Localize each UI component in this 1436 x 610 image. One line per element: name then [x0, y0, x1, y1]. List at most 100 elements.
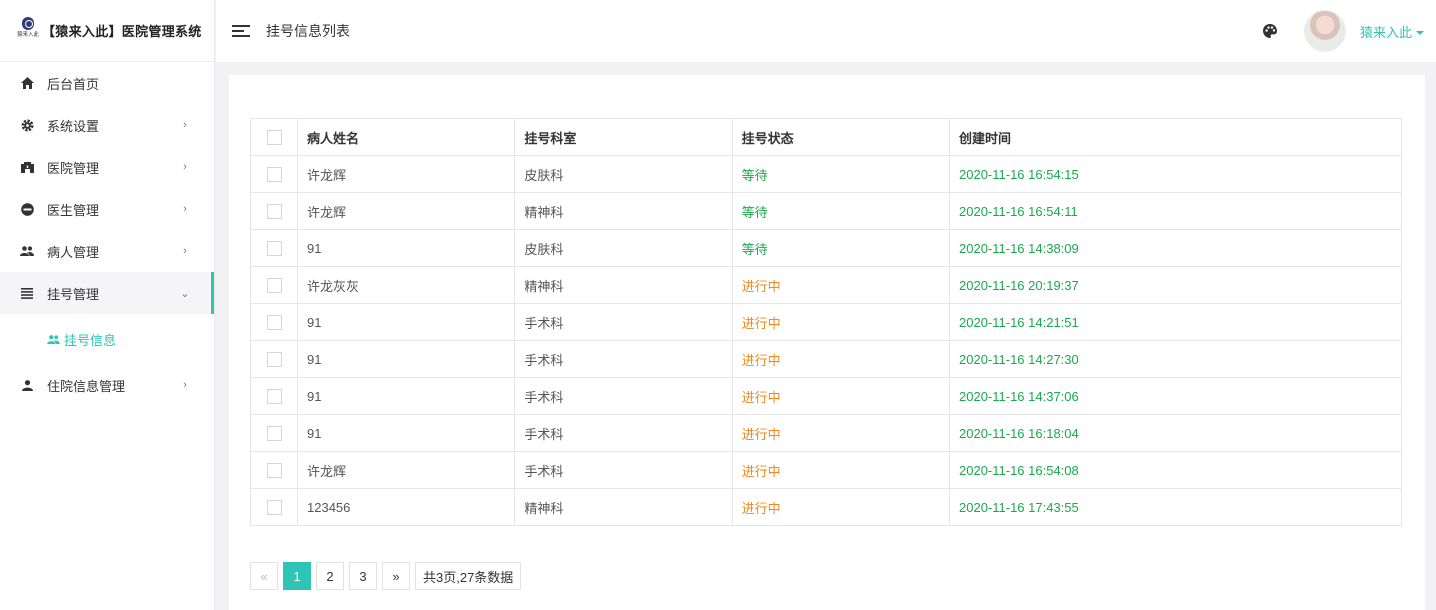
cell-department: 精神科 [514, 192, 733, 230]
row-checkbox[interactable] [266, 426, 282, 442]
row-checkbox[interactable] [266, 352, 282, 368]
sidebar-item-registration[interactable]: 挂号管理 ⌄ [0, 272, 214, 314]
sidebar-item-system-settings[interactable]: 系统设置 › [0, 104, 214, 146]
user-name: 猿来入此 [1359, 24, 1412, 40]
sidebar-menu: 后台首页 系统设置 › 医院管理 › 医生管理 › 病人管理 › 挂号管理 ⌄ … [0, 62, 214, 406]
table-row[interactable]: 91 皮肤科 等待 2020-11-16 14:38:09 [250, 229, 1402, 267]
cell-status: 进行中 [731, 414, 951, 452]
sidebar-item-doctor[interactable]: 医生管理 › [0, 188, 214, 230]
row-checkbox[interactable] [266, 315, 282, 331]
sidebar-item-label: 挂号管理 [47, 286, 100, 302]
cell-status: 进行中 [731, 340, 951, 378]
row-select-cell [250, 155, 298, 193]
column-header-name[interactable]: 病人姓名 [296, 118, 516, 156]
row-checkbox[interactable] [266, 278, 282, 294]
menu-toggle-icon[interactable] [232, 22, 250, 40]
row-select-cell [250, 340, 298, 378]
gear-icon [20, 118, 34, 132]
cell-created-time: 2020-11-16 14:38:09 [949, 229, 1402, 267]
palette-icon[interactable] [1262, 23, 1278, 39]
row-select-cell [250, 377, 298, 415]
cell-created-time: 2020-11-16 14:37:06 [949, 377, 1402, 415]
column-header-dept[interactable]: 挂号科室 [514, 118, 733, 156]
brand[interactable]: 猿来入此 【猿来入此】医院管理系统 [0, 0, 214, 62]
cell-patient-name: 123456 [296, 488, 516, 526]
user-menu[interactable]: 猿来入此 [1360, 22, 1424, 41]
avatar[interactable] [1303, 10, 1346, 52]
cell-created-time: 2020-11-16 14:21:51 [949, 303, 1402, 341]
row-checkbox[interactable] [266, 389, 282, 405]
cell-created-time: 2020-11-16 16:54:11 [949, 192, 1402, 230]
row-select-cell [250, 488, 298, 526]
pagination-info: 共3页,27条数据 [415, 562, 522, 590]
row-checkbox[interactable] [266, 167, 282, 183]
table-row[interactable]: 123456 精神科 进行中 2020-11-16 17:43:55 [250, 488, 1402, 526]
cell-status: 进行中 [731, 451, 951, 489]
cell-patient-name: 91 [296, 377, 516, 415]
cell-created-time: 2020-11-16 16:54:15 [949, 155, 1402, 193]
table-body: 许龙辉 皮肤科 等待 2020-11-16 16:54:15 许龙辉 精神科 等待 2020-… [250, 155, 1402, 526]
cell-department: 手术科 [514, 303, 733, 341]
brand-logo: 猿来入此 [16, 16, 40, 45]
table-row[interactable]: 91 手术科 进行中 2020-11-16 14:21:51 [250, 303, 1402, 341]
content-card: 病人姓名 挂号科室 挂号状态 创建时间 许龙辉 皮肤科 等待 2020-11-16 1… [229, 75, 1425, 610]
next-page-button[interactable]: » [382, 562, 410, 590]
hospital-icon [20, 160, 34, 174]
chevron-down-icon: ⌄ [180, 287, 190, 300]
table-row[interactable]: 许龙灰灰 精神科 进行中 2020-11-16 20:19:37 [250, 266, 1402, 304]
table-row[interactable]: 许龙辉 精神科 等待 2020-11-16 16:54:11 [250, 192, 1402, 230]
people-icon [47, 334, 60, 344]
sidebar-subitem-registration-info[interactable]: 挂号信息 [0, 314, 214, 364]
table-row[interactable]: 许龙辉 皮肤科 等待 2020-11-16 16:54:15 [250, 155, 1402, 193]
cell-created-time: 2020-11-16 14:27:30 [949, 340, 1402, 378]
row-select-cell [250, 451, 298, 489]
table-row[interactable]: 91 手术科 进行中 2020-11-16 14:37:06 [250, 377, 1402, 415]
page-button[interactable]: 2 [316, 562, 344, 590]
row-checkbox[interactable] [266, 463, 282, 479]
chevron-right-icon: › [183, 203, 187, 215]
prev-page-button[interactable]: « [250, 562, 278, 590]
sidebar-item-home[interactable]: 后台首页 [0, 62, 214, 104]
sidebar-item-label: 医生管理 [47, 202, 100, 218]
cell-status: 进行中 [731, 488, 951, 526]
brand-title: 【猿来入此】医院管理系统 [42, 24, 202, 39]
sidebar-item-hospital[interactable]: 医院管理 › [0, 146, 214, 188]
row-checkbox[interactable] [266, 500, 282, 516]
sidebar-item-patient[interactable]: 病人管理 › [0, 230, 214, 272]
page-button[interactable]: 1 [283, 562, 311, 590]
select-all-checkbox[interactable] [266, 130, 282, 146]
table-row[interactable]: 许龙辉 手术科 进行中 2020-11-16 16:54:08 [250, 451, 1402, 489]
chevron-right-icon: › [183, 379, 187, 391]
sidebar-item-label: 医院管理 [47, 160, 100, 176]
row-select-cell [250, 414, 298, 452]
column-header-status[interactable]: 挂号状态 [731, 118, 951, 156]
cell-patient-name: 许龙灰灰 [296, 266, 516, 304]
column-header-time[interactable]: 创建时间 [949, 118, 1402, 156]
row-select-cell [250, 229, 298, 267]
cell-department: 手术科 [514, 414, 733, 452]
cell-patient-name: 91 [296, 303, 516, 341]
top-header: 挂号信息列表 猿来入此 [216, 0, 1436, 62]
row-checkbox[interactable] [266, 241, 282, 257]
page-title: 挂号信息列表 [266, 23, 350, 39]
cell-patient-name: 91 [296, 340, 516, 378]
caret-down-icon [1416, 31, 1424, 36]
table-row[interactable]: 91 手术科 进行中 2020-11-16 14:27:30 [250, 340, 1402, 378]
chevron-right-icon: › [183, 119, 187, 131]
doctor-icon [20, 202, 34, 216]
shield-icon [22, 16, 34, 30]
people-icon [20, 244, 34, 258]
cell-department: 手术科 [514, 377, 733, 415]
sidebar-item-inpatient[interactable]: 住院信息管理 › [0, 364, 214, 406]
cell-status: 进行中 [731, 377, 951, 415]
table-row[interactable]: 91 手术科 进行中 2020-11-16 16:18:04 [250, 414, 1402, 452]
chevron-right-icon: › [183, 245, 187, 257]
brand-logo-text: 猿来入此 [17, 31, 39, 38]
cell-status: 等待 [731, 229, 951, 267]
cell-department: 精神科 [514, 488, 733, 526]
page-button[interactable]: 3 [349, 562, 377, 590]
row-checkbox[interactable] [266, 204, 282, 220]
cell-created-time: 2020-11-16 20:19:37 [949, 266, 1402, 304]
sidebar-item-label: 住院信息管理 [47, 378, 126, 394]
cell-patient-name: 许龙辉 [296, 192, 516, 230]
